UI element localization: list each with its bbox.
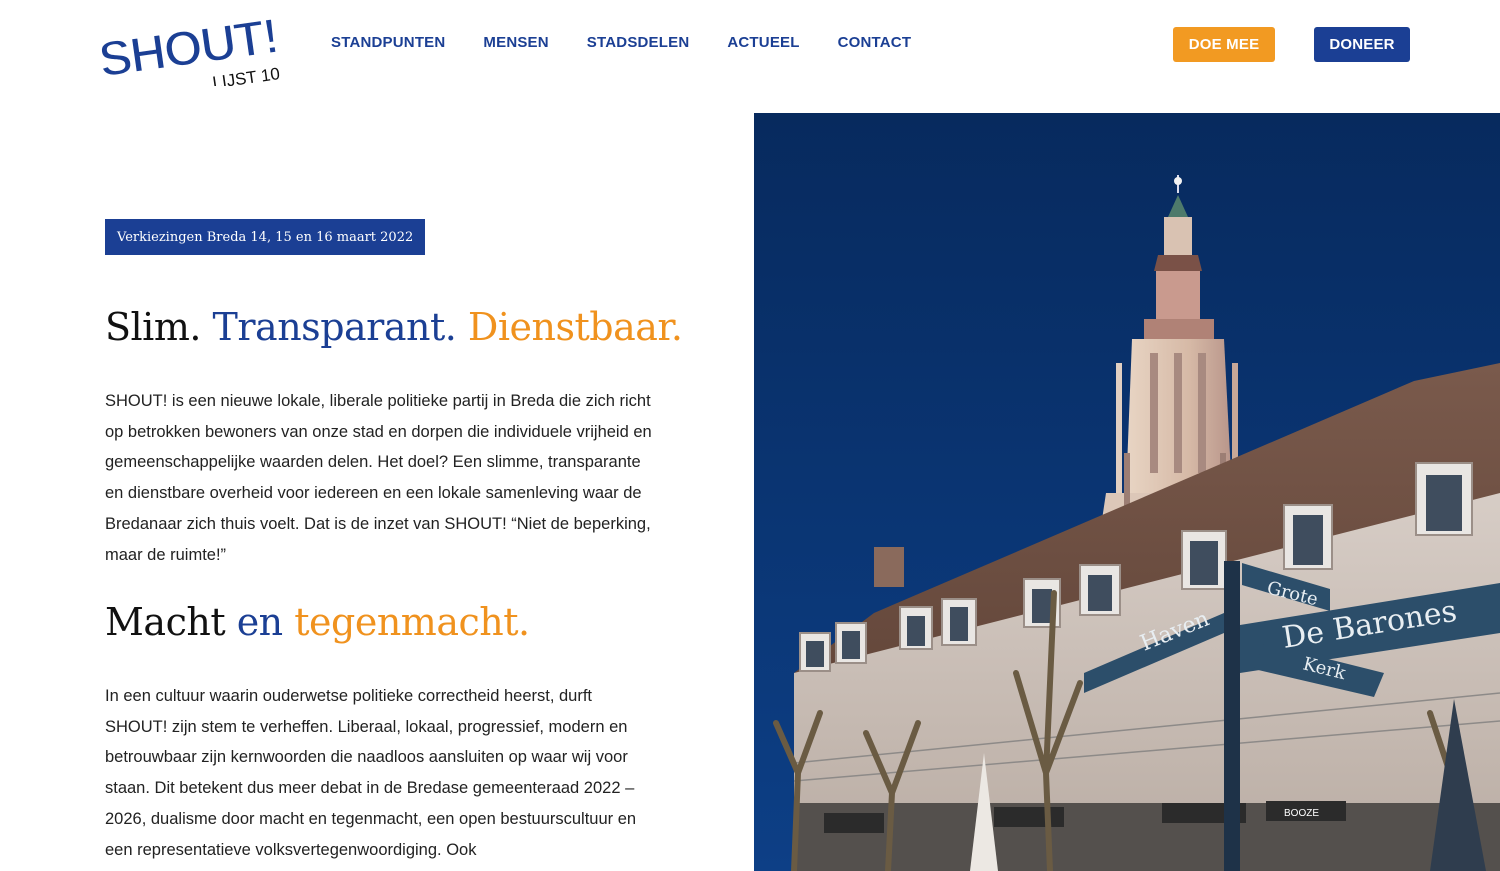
doneer-button[interactable]: DONEER — [1314, 27, 1410, 62]
main-nav: STANDPUNTEN MENSEN STADSDELEN ACTUEEL CO… — [331, 34, 911, 51]
shout-logo[interactable]: SHOUT! LIJST 10 — [94, 6, 294, 93]
site-header: SHOUT! LIJST 10 STANDPUNTEN MENSEN STADS… — [0, 0, 1500, 93]
headline2-word-1: Macht — [105, 600, 226, 644]
headline-word-2: Transparant. — [212, 305, 457, 349]
headline2-word-3: tegenmacht. — [294, 600, 530, 644]
shop-sign: BOOZE — [1284, 808, 1319, 819]
macht-paragraph: In een cultuur waarin ouderwetse politie… — [105, 687, 637, 859]
headline-word-1: Slim. — [105, 305, 201, 349]
nav-item-standpunten[interactable]: STANDPUNTEN — [331, 34, 445, 51]
nav-item-mensen[interactable]: MENSEN — [483, 34, 548, 51]
hero-image-breda-church: BOOZE Haven De Barones Grote Kerk — [754, 113, 1500, 871]
intro-paragraph: SHOUT! is een nieuwe lokale, liberale po… — [105, 392, 652, 564]
nav-item-actueel[interactable]: ACTUEEL — [727, 34, 799, 51]
doe-mee-button[interactable]: DOE MEE — [1173, 27, 1275, 62]
nav-item-contact[interactable]: CONTACT — [838, 34, 912, 51]
headline-word-3: Dienstbaar. — [467, 305, 683, 349]
headline-macht: Macht en tegenmacht. — [105, 600, 530, 644]
election-badge: Verkiezingen Breda 14, 15 en 16 maart 20… — [105, 219, 426, 255]
headline-slim-transparant: Slim. Transparant. Dienstbaar. — [105, 305, 683, 349]
shop-fronts: BOOZE — [794, 801, 1500, 871]
headline2-word-2: en — [236, 600, 283, 644]
nav-item-stadsdelen[interactable]: STADSDELEN — [587, 34, 690, 51]
